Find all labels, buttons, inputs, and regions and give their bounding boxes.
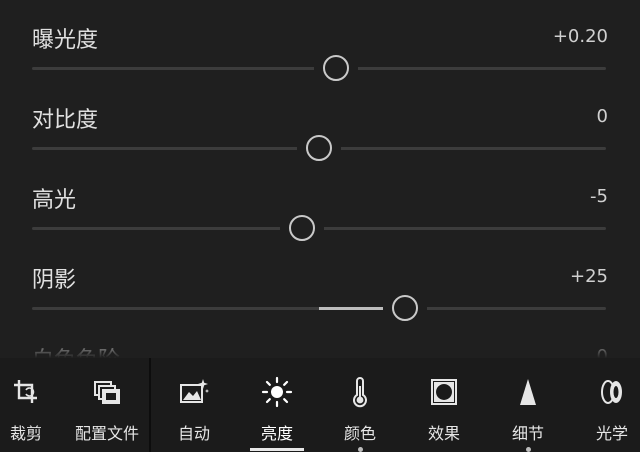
tool-auto-label: 自动 — [177, 424, 210, 443]
highlights-slider-track[interactable] — [32, 215, 606, 241]
shadows-slider-track[interactable] — [32, 295, 606, 321]
auto-enhance-icon — [180, 379, 209, 403]
tool-auto[interactable]: 自动 — [166, 358, 222, 452]
contrast-slider-row: 对比度 0 — [0, 80, 640, 161]
tool-color[interactable]: 颜色 — [332, 358, 388, 452]
tool-effects-label: 效果 — [427, 424, 460, 443]
highlights-slider-thumb[interactable] — [288, 215, 315, 241]
contrast-label: 对比度 — [32, 108, 99, 133]
tool-crop-label: 裁剪 — [9, 424, 42, 443]
whites-label: 白色色阶 — [32, 342, 120, 358]
highlights-slider-row: 高光 -5 — [0, 160, 640, 241]
contrast-value[interactable]: 0 — [597, 106, 608, 127]
shadows-label: 阴影 — [32, 268, 77, 293]
tool-light[interactable]: 亮度 — [248, 358, 306, 452]
tool-crop[interactable]: 裁剪 — [0, 358, 52, 452]
exposure-label: 曝光度 — [32, 28, 99, 53]
sun-icon — [261, 376, 293, 408]
toolbar-divider — [149, 358, 151, 452]
tool-color-label: 颜色 — [343, 424, 376, 443]
exposure-slider-track[interactable] — [32, 55, 606, 81]
exposure-slider-thumb[interactable] — [323, 55, 350, 81]
contrast-slider-track[interactable] — [32, 135, 606, 161]
profile-icon — [94, 381, 120, 404]
tool-profile[interactable]: 配置文件 — [68, 358, 146, 452]
shadows-slider-row: 阴影 +25 — [0, 240, 640, 321]
detail-triangle-icon — [520, 379, 536, 405]
thermometer-icon — [353, 377, 367, 408]
exposure-slider-row: 曝光度 +0.20 — [0, 0, 640, 81]
whites-value[interactable]: 0 — [597, 346, 608, 358]
tool-detail-label: 细节 — [511, 424, 544, 443]
edit-panel: 曝光度 +0.20 对比度 0 高光 -5 阴影 +25 0 裁剪 配置文件 自… — [0, 0, 640, 452]
active-tab-indicator — [250, 448, 304, 451]
tool-detail[interactable]: 细节 — [500, 358, 556, 452]
highlights-value[interactable]: -5 — [590, 186, 608, 207]
tool-optics[interactable]: 光学 — [584, 358, 640, 452]
tool-effects[interactable]: 效果 — [416, 358, 472, 452]
shadows-slider-thumb[interactable] — [392, 295, 419, 321]
bottom-toolbar: 裁剪 配置文件 自动 亮度 颜色 效果 细节 光学 — [0, 358, 640, 452]
shadows-value[interactable]: +25 — [570, 266, 608, 287]
detail-adjusted-dot — [526, 447, 531, 452]
tool-optics-label: 光学 — [595, 424, 628, 443]
vignette-icon — [431, 379, 457, 405]
exposure-value[interactable]: +0.20 — [553, 26, 608, 47]
tool-profile-label: 配置文件 — [74, 424, 139, 443]
whites-slider-row: 白色色阶 0 — [0, 320, 640, 358]
lens-icon — [601, 380, 622, 404]
highlights-label: 高光 — [32, 188, 77, 213]
tool-light-label: 亮度 — [260, 424, 293, 443]
light-adjustments-panel: 曝光度 +0.20 对比度 0 高光 -5 阴影 +25 0 — [0, 0, 640, 358]
crop-icon — [14, 380, 37, 403]
contrast-slider-thumb[interactable] — [306, 135, 332, 161]
color-adjusted-dot — [358, 447, 363, 452]
